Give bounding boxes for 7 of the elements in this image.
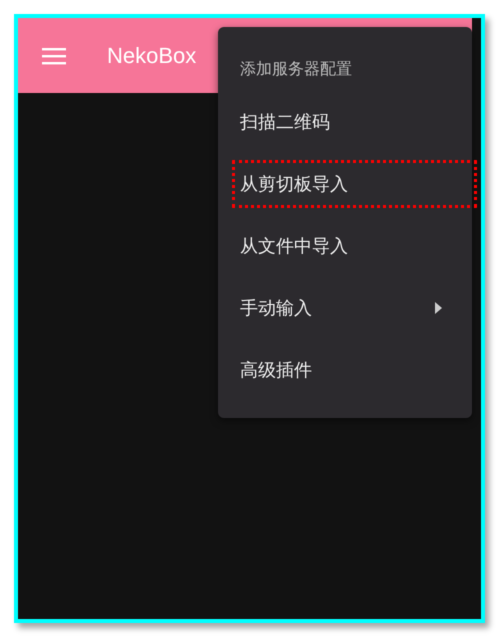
menu-item[interactable]: 扫描二维码 (218, 91, 472, 154)
menu-item[interactable]: 手动输入 (218, 277, 472, 340)
menu-item[interactable]: 从剪切板导入 (225, 153, 484, 216)
menu-item[interactable]: 从文件中导入 (218, 215, 472, 278)
menu-header: 添加服务器配置 (240, 58, 353, 80)
app-title: NekoBox (107, 42, 196, 69)
menu-item[interactable]: 高级插件 (218, 339, 472, 402)
